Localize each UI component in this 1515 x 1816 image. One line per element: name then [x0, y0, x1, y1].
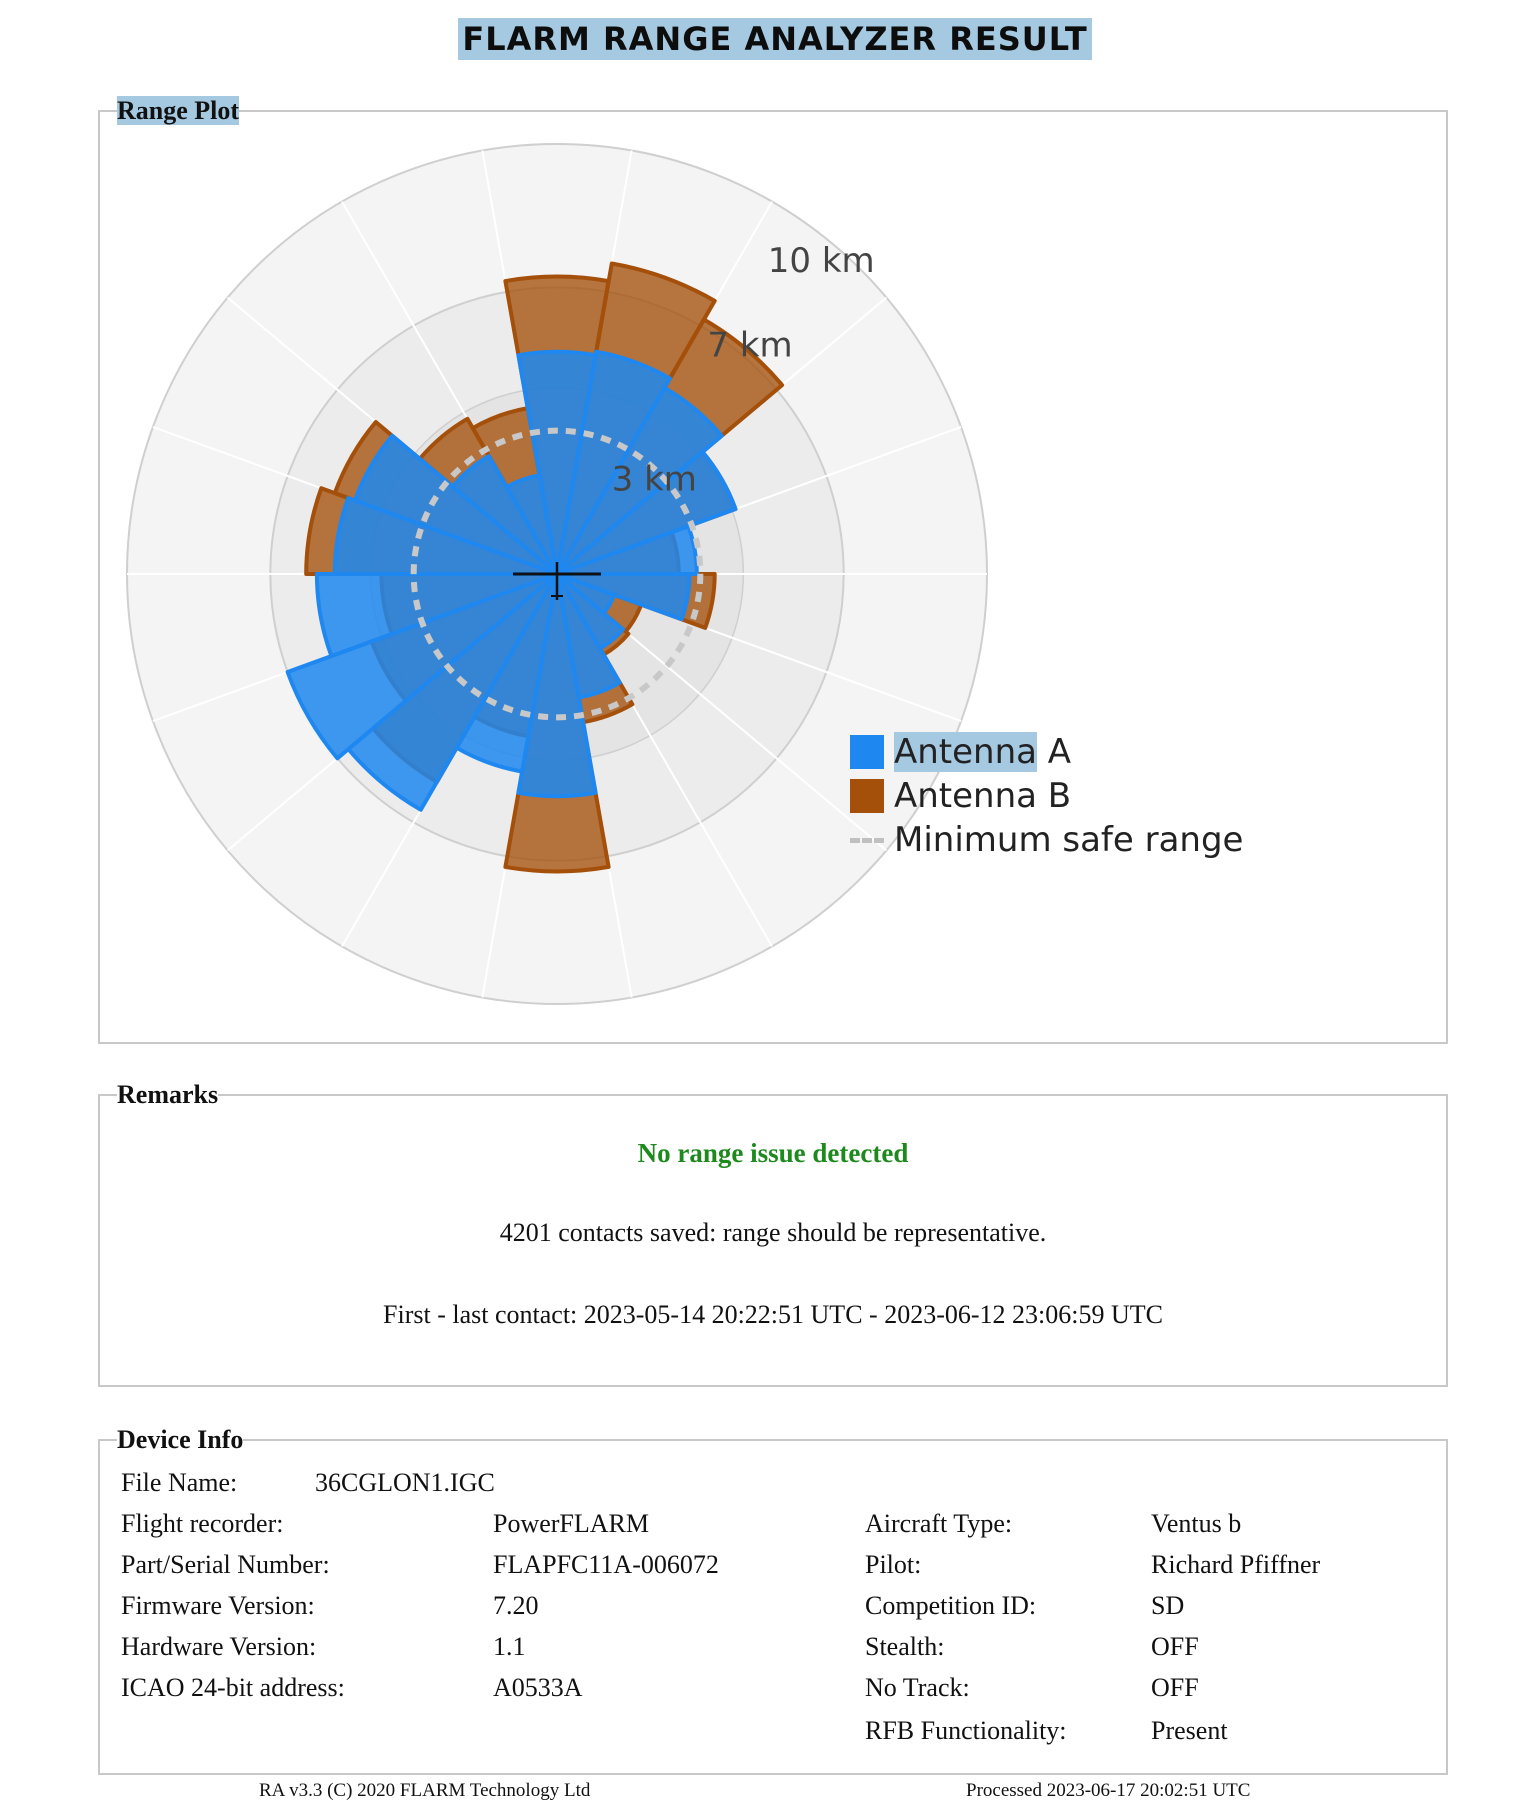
serial-number-value: FLAPFC11A-006072 — [493, 1550, 719, 1579]
no-track-label: No Track: — [865, 1673, 970, 1702]
contacts-remark: 4201 contacts saved: range should be rep… — [499, 1218, 1047, 1247]
footer-processed: Processed 2023-06-17 20:02:51 UTC — [966, 1780, 1251, 1801]
stealth-value: OFF — [1151, 1632, 1199, 1661]
flight-recorder-value: PowerFLARM — [493, 1509, 650, 1538]
rfb-functionality-value: Present — [1151, 1716, 1228, 1745]
competition-id-label: Competition ID: — [865, 1591, 1037, 1620]
remarks-section: Remarks No range issue detected 4201 con… — [98, 1080, 1448, 1387]
chart-legend: Antenna A Antenna B Minimum safe range — [850, 730, 1243, 862]
firmware-version-value: 7.20 — [493, 1591, 539, 1620]
aircraft-type-label: Aircraft Type: — [865, 1509, 1013, 1538]
legend-label-antenna-a: Antenna A — [894, 732, 1072, 772]
hardware-version-label: Hardware Version: — [121, 1632, 317, 1661]
legend-item-antenna-b[interactable]: Antenna B — [850, 774, 1243, 818]
ring-label: 3 km — [612, 460, 697, 500]
range-polar-chart: 3 km 7 km 10 km — [126, 143, 988, 1005]
legend-label-minimum-safe-range: Minimum safe range — [894, 820, 1244, 860]
device-info-legend: Device Info — [117, 1425, 244, 1454]
pilot-value: Richard Pfiffner — [1151, 1550, 1321, 1579]
range-status: No range issue detected — [637, 1138, 909, 1168]
ring-label: 7 km — [707, 326, 792, 366]
antenna-a-swatch — [850, 735, 884, 769]
legend-item-minimum-safe-range[interactable]: Minimum safe range — [850, 818, 1243, 862]
icao-address-value: A0533A — [493, 1673, 583, 1702]
file-name-value: 36CGLON1.IGC — [315, 1468, 495, 1497]
legend-label-antenna-b: Antenna B — [894, 776, 1072, 816]
file-name-label: File Name: — [121, 1468, 238, 1497]
competition-id-value: SD — [1151, 1591, 1185, 1620]
hardware-version-value: 1.1 — [493, 1632, 526, 1661]
aircraft-type-value: Ventus b — [1151, 1509, 1242, 1538]
footer-version: RA v3.3 (C) 2020 FLARM Technology Ltd — [259, 1780, 591, 1801]
icao-address-label: ICAO 24-bit address: — [121, 1673, 345, 1702]
rfb-functionality-label: RFB Functionality: — [865, 1716, 1067, 1745]
minimum-safe-range-swatch — [850, 837, 884, 843]
ring-label: 10 km — [768, 241, 875, 281]
contact-period-remark: First - last contact: 2023-05-14 20:22:5… — [383, 1300, 1163, 1329]
flight-recorder-label: Flight recorder: — [121, 1509, 284, 1538]
legend-item-antenna-a[interactable]: Antenna A — [850, 730, 1243, 774]
serial-number-label: Part/Serial Number: — [121, 1550, 330, 1579]
stealth-label: Stealth: — [865, 1632, 945, 1661]
antenna-b-swatch — [850, 779, 884, 813]
firmware-version-label: Firmware Version: — [121, 1591, 315, 1620]
no-track-value: OFF — [1151, 1673, 1199, 1702]
pilot-label: Pilot: — [865, 1550, 922, 1579]
remarks-legend: Remarks — [117, 1080, 219, 1109]
